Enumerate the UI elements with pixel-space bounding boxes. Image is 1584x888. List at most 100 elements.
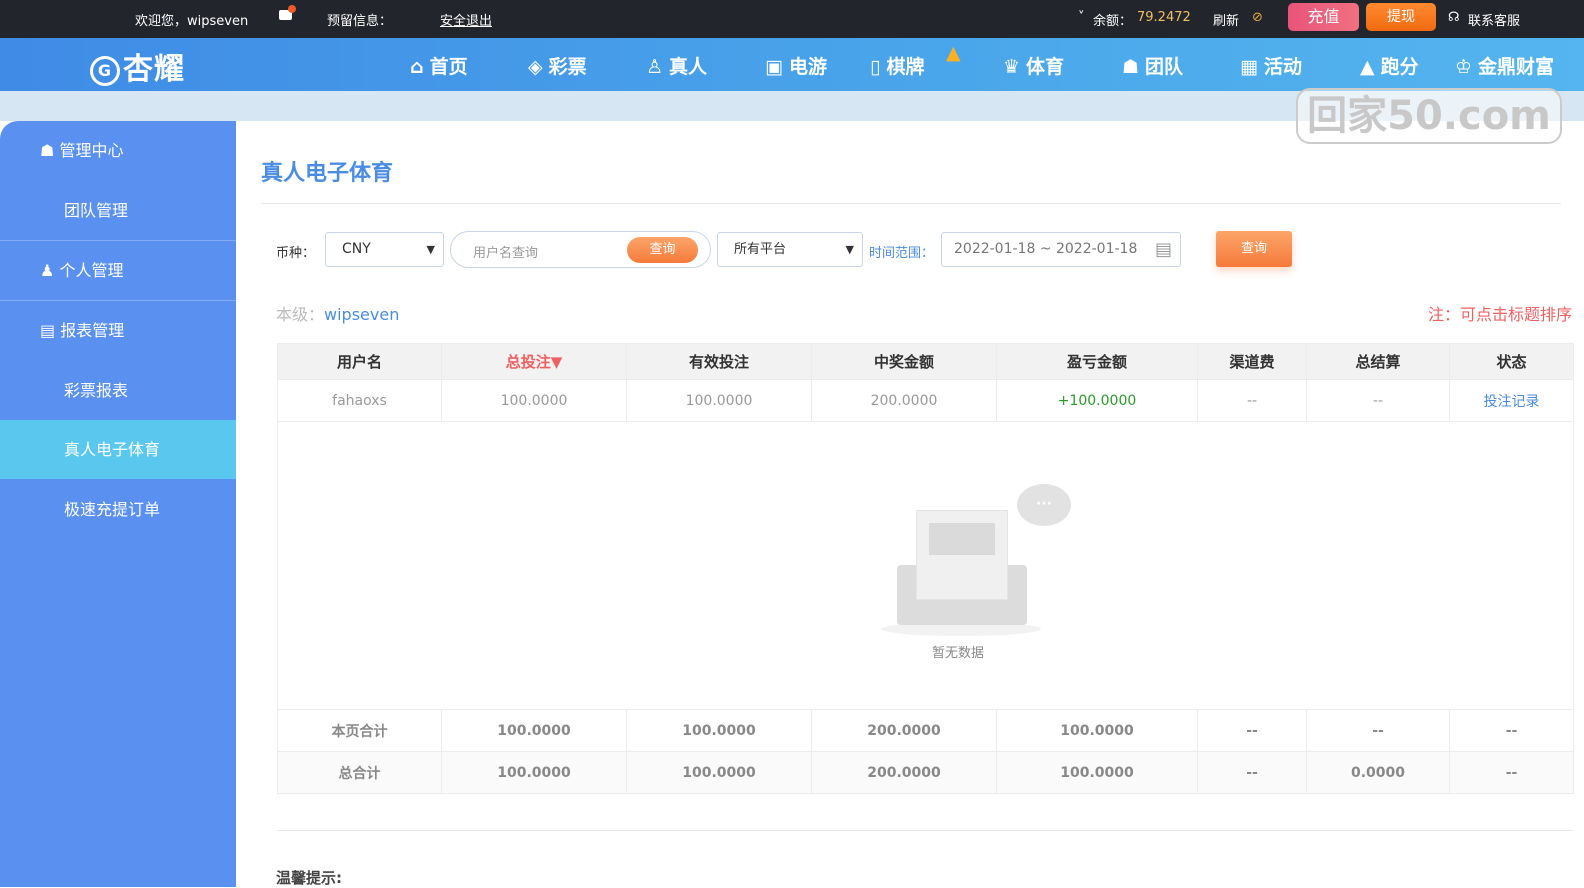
home-icon: ⌂ xyxy=(410,56,424,78)
col-profit[interactable]: 盈亏金额 xyxy=(996,343,1198,380)
cell-username: fahaoxs xyxy=(277,379,442,422)
platform-value: 所有平台 xyxy=(734,242,787,257)
sidebar-label: 个人管理 xyxy=(59,261,124,280)
cell-channel-fee: -- xyxy=(1197,379,1307,422)
cell-value: -- xyxy=(1449,709,1574,752)
nav-label: 团队 xyxy=(1145,56,1184,78)
col-valid-bet[interactable]: 有效投注 xyxy=(626,343,812,380)
sidebar-item-live-sports[interactable]: 真人电子体育 xyxy=(0,420,236,479)
col-winnings[interactable]: 中奖金额 xyxy=(811,343,997,380)
nav-team[interactable]: ☗ 团队 xyxy=(1122,52,1183,79)
nav-home[interactable]: ⌂ 首页 xyxy=(410,52,468,79)
sidebar-item-personal[interactable]: ♟ 个人管理 xyxy=(0,241,236,300)
logo-text: 杏耀 xyxy=(123,52,185,87)
cell-total-bet: 100.0000 xyxy=(441,379,627,422)
cell-value: 100.0000 xyxy=(996,751,1198,794)
platform-select[interactable]: 所有平台 ▼ xyxy=(717,232,863,267)
support-link[interactable]: 联系客服 xyxy=(1468,10,1520,29)
withdraw-button[interactable]: 提现 xyxy=(1366,3,1436,31)
nav-wealth[interactable]: ♔ 金鼎财富 xyxy=(1455,52,1554,79)
document-icon xyxy=(916,510,1008,600)
page-title: 真人电子体育 xyxy=(261,161,394,186)
sidebar-label: 彩票报表 xyxy=(64,381,129,400)
nav-sports[interactable]: ♛ 体育 xyxy=(1003,52,1064,79)
query-button[interactable]: 查询 xyxy=(1216,231,1292,267)
top-bar: 欢迎您，wipseven 预留信息： 安全退出 ˅ 余额： 79.2472 刷新… xyxy=(0,0,1584,38)
recharge-button[interactable]: 充值 xyxy=(1288,3,1359,31)
sidebar-item-lottery-report[interactable]: 彩票报表 xyxy=(0,361,236,420)
logo[interactable]: G 杏耀 xyxy=(90,44,185,88)
sidebar-item-team-management[interactable]: 团队管理 xyxy=(0,181,236,240)
nav-label: 活动 xyxy=(1263,56,1302,78)
username-search-button[interactable]: 查询 xyxy=(627,237,698,263)
table-row: fahaoxs 100.0000 100.0000 200.0000 +100.… xyxy=(277,379,1574,422)
col-total-bet[interactable]: 总投注▼ xyxy=(441,343,627,380)
chevron-down-icon[interactable]: ˅ xyxy=(1078,10,1085,25)
col-status[interactable]: 状态 xyxy=(1449,343,1574,380)
balance-label: 余额： xyxy=(1093,14,1133,29)
page-total-row: 本页合计 100.0000 100.0000 200.0000 100.0000… xyxy=(277,709,1574,752)
nav-label: 彩票 xyxy=(548,56,587,78)
table-header: 用户名 总投注▼ 有效投注 中奖金额 盈亏金额 渠道费 总结算 状态 xyxy=(277,343,1574,380)
date-range-input[interactable]: 2022-01-18 ~ 2022-01-18 ▤ xyxy=(941,232,1181,267)
time-range-label: 时间范围： xyxy=(869,246,935,261)
gift-icon: ▦ xyxy=(1240,56,1258,78)
chat-bubble-icon: ··· xyxy=(1017,484,1071,526)
cell-value: -- xyxy=(1306,709,1450,752)
cell-valid-bet: 100.0000 xyxy=(626,379,812,422)
chevron-down-icon: ▼ xyxy=(426,243,435,256)
nav-slots[interactable]: ▣ 电游 xyxy=(765,52,827,79)
currency-select[interactable]: CNY ▼ xyxy=(325,232,444,267)
nav-paofen[interactable]: ▲ 跑分 xyxy=(1360,52,1419,79)
refresh-button[interactable]: 刷新 xyxy=(1213,10,1239,29)
sidebar-item-reports[interactable]: ▤ 报表管理 xyxy=(0,301,236,360)
user-icon: ♟ xyxy=(40,261,60,280)
nav-lottery[interactable]: ◈ 彩票 xyxy=(528,52,587,79)
cell-label: 本页合计 xyxy=(277,709,442,752)
cell-profit: +100.0000 xyxy=(996,379,1198,422)
welcome-text: 欢迎您，wipseven xyxy=(135,14,249,29)
cell-value: 100.0000 xyxy=(441,709,627,752)
trophy-icon: ♛ xyxy=(1003,56,1021,78)
sidebar-item-management-center[interactable]: ☗ 管理中心 xyxy=(0,121,236,180)
slot-machine-icon: ▣ xyxy=(765,56,783,78)
nav-label: 跑分 xyxy=(1380,56,1419,78)
crown-icon: ♔ xyxy=(1455,56,1473,78)
col-settlement[interactable]: 总结算 xyxy=(1306,343,1450,380)
nav-label: 首页 xyxy=(429,56,468,78)
main-nav: G 杏耀 ⌂ 首页 ◈ 彩票 ♙ 真人 ▣ 电游 ▯ 棋牌 ▲ ♛ 体育 ☗ 团队 ▦ 活动 ▲ 跑分… xyxy=(0,38,1584,91)
sidebar-label: 管理中心 xyxy=(59,141,124,160)
sidebar-item-fast-orders[interactable]: 极速充提订单 xyxy=(0,480,236,539)
level-label: 本级：wipseven xyxy=(276,301,399,325)
calendar-icon[interactable]: ▤ xyxy=(1155,233,1172,266)
cell-value: 100.0000 xyxy=(996,709,1198,752)
nav-label: 棋牌 xyxy=(886,56,925,78)
report-table: 用户名 总投注▼ 有效投注 中奖金额 盈亏金额 渠道费 总结算 状态 fahao… xyxy=(277,343,1574,794)
level-user[interactable]: wipseven xyxy=(324,305,399,324)
nav-label: 真人 xyxy=(669,56,708,78)
bet-record-link[interactable]: 投注记录 xyxy=(1449,379,1574,422)
col-username[interactable]: 用户名 xyxy=(277,343,442,380)
document-icon: ▤ xyxy=(40,321,61,340)
currency-label: 币种： xyxy=(276,246,316,261)
username-input[interactable]: 用户名查询 xyxy=(473,242,538,261)
sidebar-label: 真人电子体育 xyxy=(64,440,161,459)
sidebar: ☗ 管理中心 团队管理 ♟ 个人管理 ▤ 报表管理 彩票报表 真人电子体育 极速… xyxy=(0,121,236,887)
username-search: 用户名查询 查询 xyxy=(450,231,711,268)
eye-off-icon[interactable]: ⊘ xyxy=(1252,10,1263,25)
cell-value: 200.0000 xyxy=(811,709,997,752)
cell-value: 100.0000 xyxy=(626,751,812,794)
cell-value: 200.0000 xyxy=(811,751,997,794)
nav-label: 电游 xyxy=(788,56,827,78)
logout-link[interactable]: 安全退出 xyxy=(440,10,492,29)
nav-activity[interactable]: ▦ 活动 xyxy=(1240,52,1302,79)
logo-emblem-icon: G xyxy=(90,55,120,86)
mail-icon[interactable] xyxy=(279,5,296,20)
users-icon: ☗ xyxy=(40,141,60,160)
col-channel-fee[interactable]: 渠道费 xyxy=(1197,343,1307,380)
divider xyxy=(277,830,1573,831)
tips-heading: 温馨提示: xyxy=(276,869,342,887)
nav-chess[interactable]: ▯ 棋牌 ▲ xyxy=(870,42,961,79)
date-range-value: 2022-01-18 ~ 2022-01-18 xyxy=(954,241,1138,257)
nav-live[interactable]: ♙ 真人 xyxy=(646,52,707,79)
